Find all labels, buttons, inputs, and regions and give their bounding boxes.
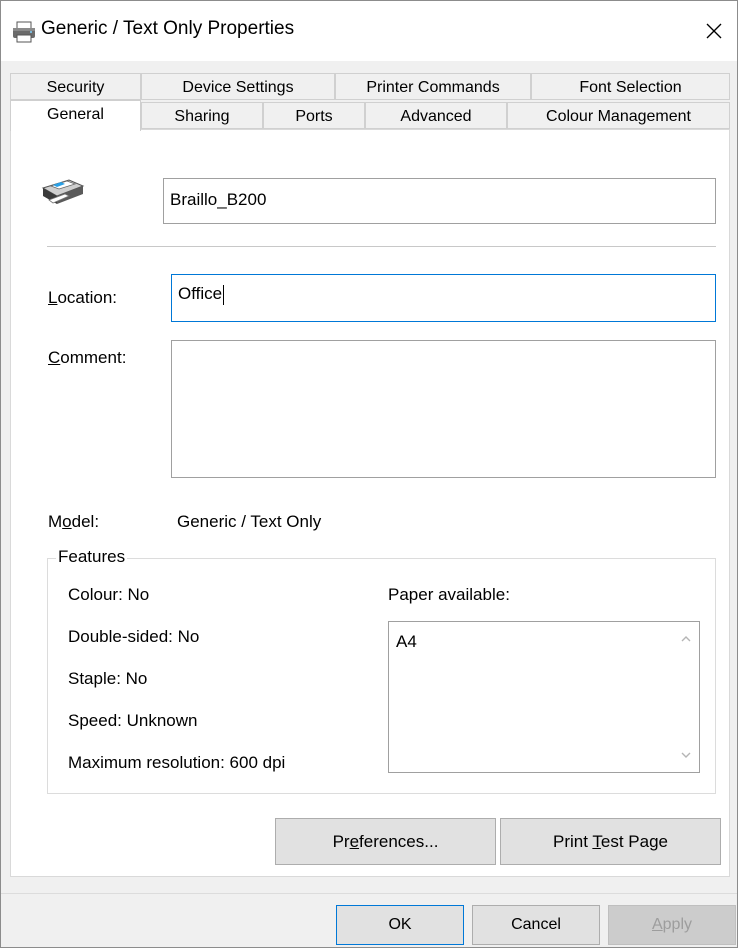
printer-icon [39,170,87,208]
features-title: Features [56,547,128,567]
model-label: Model: [48,512,100,531]
tab-font-selection[interactable]: Font Selection [531,73,730,100]
location-input[interactable]: Office [171,274,716,322]
tab-general[interactable]: General [10,100,141,131]
location-value: Office [178,284,223,303]
comment-input[interactable] [171,340,716,478]
tab-printer-commands[interactable]: Printer Commands [335,73,531,100]
general-tab-panel: Braillo_B200 Location: Office Comment: M… [10,129,730,877]
close-icon [706,23,722,39]
feature-speed: Speed: Unknown [68,711,198,730]
text-caret [223,284,225,305]
tab-ports[interactable]: Ports [263,102,365,129]
printer-properties-dialog: Generic / Text Only Properties Security … [0,0,738,948]
comment-label: Comment: [48,348,127,367]
ok-button[interactable]: OK [336,905,464,945]
feature-max-resolution: Maximum resolution: 600 dpi [68,753,286,772]
features-group: Features Colour: No Double-sided: No Sta… [47,547,716,794]
feature-double-sided: Double-sided: No [68,627,200,646]
model-value: Generic / Text Only [177,512,322,531]
tab-device-settings[interactable]: Device Settings [141,73,335,100]
separator [47,246,716,247]
printer-icon [11,19,37,45]
close-button[interactable] [691,9,737,53]
feature-colour: Colour: No [68,585,150,604]
paper-available-list[interactable]: A4 [388,621,700,773]
list-item[interactable]: A4 [396,632,417,652]
paper-available-label: Paper available: [388,585,510,604]
footer-separator [1,893,737,894]
print-test-page-button[interactable]: Print Test Page [500,818,721,865]
tab-sharing[interactable]: Sharing [141,102,263,129]
window-title: Generic / Text Only Properties [41,18,295,39]
tab-security[interactable]: Security [10,73,141,100]
tab-strip: Security Device Settings Printer Command… [1,67,737,131]
tab-colour-management[interactable]: Colour Management [507,102,730,129]
tab-advanced[interactable]: Advanced [365,102,507,129]
location-label: Location: [48,288,118,307]
title-bar: Generic / Text Only Properties [1,1,737,61]
cancel-button[interactable]: Cancel [472,905,600,945]
printer-name-input[interactable]: Braillo_B200 [163,178,716,224]
feature-staple: Staple: No [68,669,148,688]
scroll-down-icon[interactable] [679,748,693,762]
preferences-button[interactable]: Preferences... [275,818,496,865]
apply-button[interactable]: Apply [608,905,736,945]
scroll-up-icon[interactable] [679,632,693,646]
